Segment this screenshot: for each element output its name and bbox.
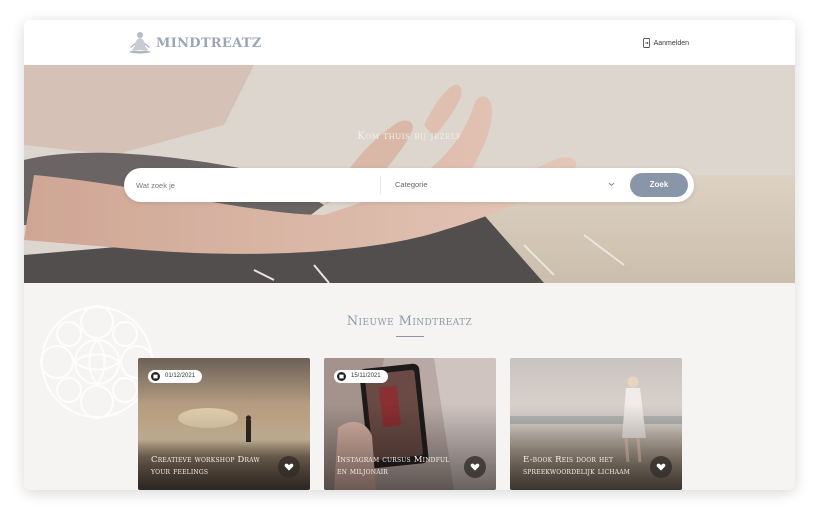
card-date: 15/11/2021 [351,373,381,379]
calendar-icon [151,372,160,381]
search-button[interactable]: Zoek [630,173,688,197]
card-title: E-book Reis door het spreekwoordelijk li… [523,455,631,477]
section-divider [396,336,424,337]
card-title: Creatieve workshop Draw your feelings [151,455,260,477]
favorite-button[interactable] [278,456,300,478]
site-logo[interactable]: MINDTREATZ [126,29,262,57]
section-title: Nieuwe Mindtreatz [346,314,473,329]
browser-frame: MINDTREATZ Aanmelden Kom thuis bij jezel… [24,20,795,490]
chevron-down-icon [608,182,615,187]
hero-tagline: Kom thuis bij jezelf [357,131,462,142]
search-divider [380,176,381,194]
calendar-icon [337,372,346,381]
card-title: Instagram cursus Mindful en miljonair [337,455,450,477]
favorite-button[interactable] [464,456,486,478]
login-label: Aanmelden [653,39,689,47]
category-label: Categorie [395,180,428,189]
card-date: 01/12/2021 [165,373,196,379]
category-select[interactable]: Categorie [394,176,616,194]
site-header: MINDTREATZ Aanmelden [24,20,795,65]
treat-card[interactable]: E-book Reis door het spreekwoordelijk li… [510,358,682,490]
favorite-button[interactable] [650,456,672,478]
treat-card[interactable]: 01/12/2021 Creatieve workshop Draw your … [138,358,310,490]
date-badge: 15/11/2021 [334,370,388,383]
hero-banner: Kom thuis bij jezelf Categorie Zoek [24,65,795,283]
treat-card[interactable]: 15/11/2021 Instagram cursus Mindful en m… [324,358,496,490]
login-icon [642,38,650,48]
search-bar: Categorie Zoek [124,168,694,202]
heart-icon [284,463,294,471]
brand-name: MINDTREATZ [156,35,262,51]
meditation-logo-icon [129,32,151,54]
heart-icon [656,463,666,471]
date-badge: 01/12/2021 [148,370,203,383]
login-link[interactable]: Aanmelden [642,38,689,48]
search-input[interactable] [136,176,376,194]
heart-icon [470,463,480,471]
new-treats-section: Nieuwe Mindtreatz 01/12/2021 Creatieve w… [24,283,795,490]
